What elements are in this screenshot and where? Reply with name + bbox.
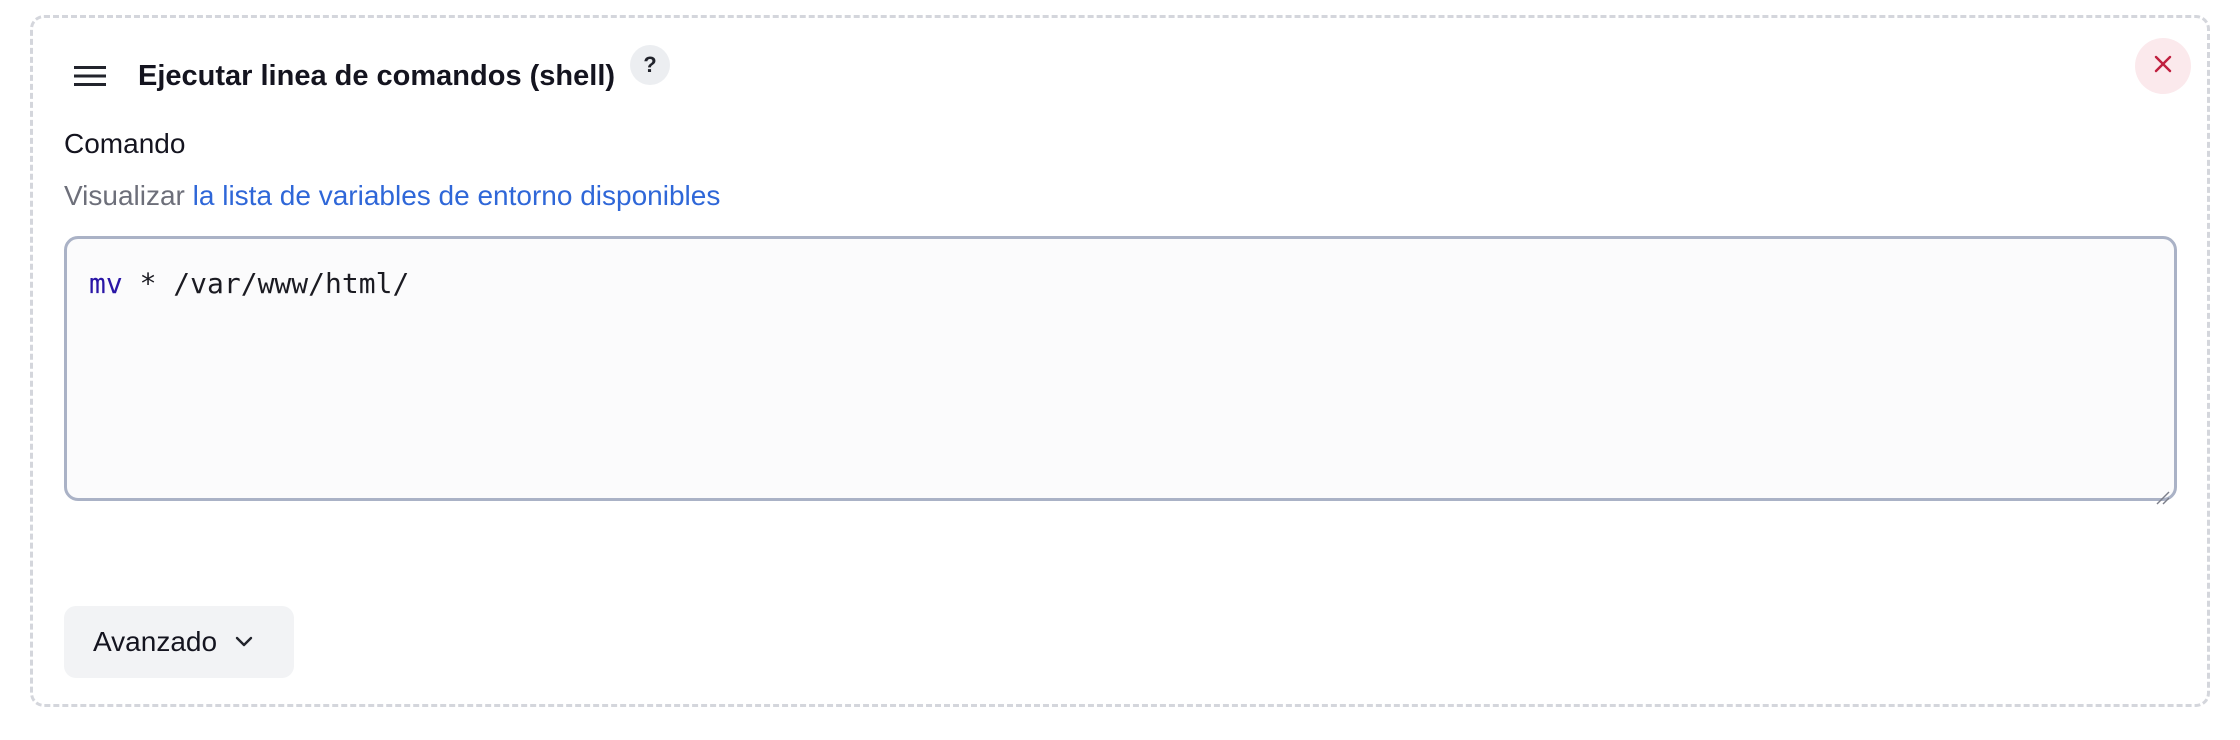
build-step-panel: Ejecutar linea de comandos (shell) ? Com… (30, 15, 2210, 707)
advanced-label: Avanzado (93, 626, 218, 657)
close-icon (2153, 54, 2173, 79)
env-vars-link[interactable]: la lista de variables de entorno disponi… (193, 180, 721, 211)
command-keyword: mv (89, 267, 123, 300)
delete-step-button[interactable] (2135, 38, 2191, 94)
advanced-toggle-button[interactable]: Avanzado (64, 606, 294, 678)
command-arguments: * /var/www/html/ (122, 267, 410, 300)
description-prefix: Visualizar (64, 180, 185, 211)
command-description: Visualizar la lista de variables de ento… (64, 178, 720, 214)
chevron-down-icon (235, 636, 253, 648)
command-textarea[interactable]: mv * /var/www/html/ (64, 236, 2177, 505)
command-label: Comando (64, 128, 186, 159)
resize-handle-icon[interactable] (2154, 478, 2170, 505)
help-button[interactable]: ? (630, 45, 670, 85)
drag-handle-icon[interactable] (67, 56, 113, 96)
step-title: Ejecutar linea de comandos (shell) (138, 60, 616, 92)
